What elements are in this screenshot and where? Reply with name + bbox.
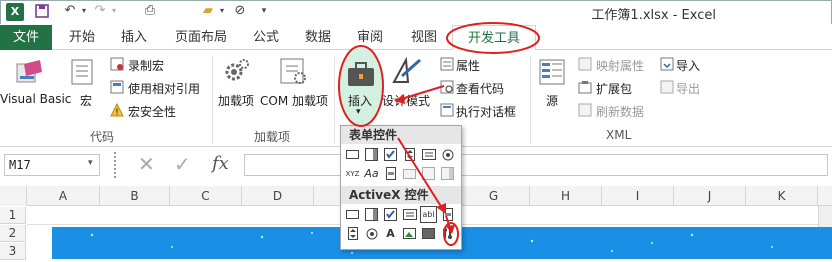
red-annotation-overlay	[338, 22, 540, 246]
